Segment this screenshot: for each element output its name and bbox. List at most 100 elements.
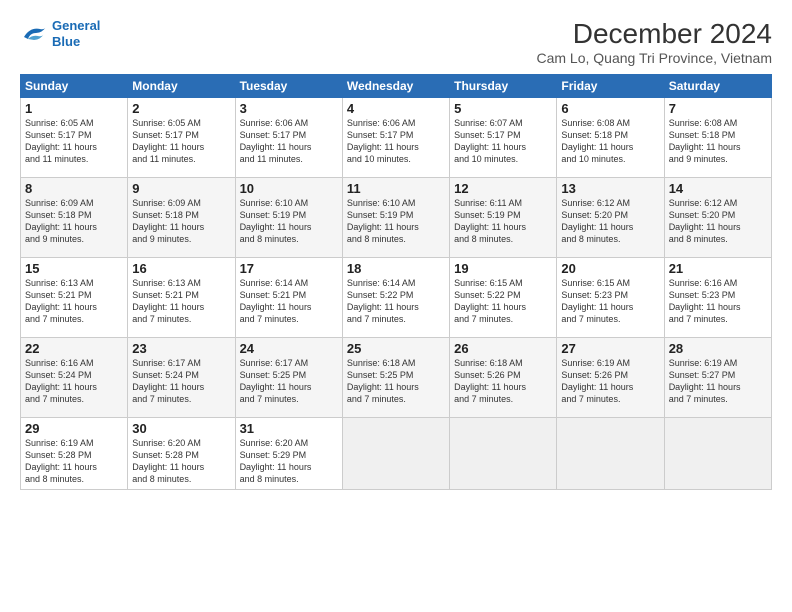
- day-info: Sunrise: 6:15 AM Sunset: 5:23 PM Dayligh…: [561, 277, 659, 326]
- col-sunday: Sunday: [21, 75, 128, 98]
- day-number: 14: [669, 181, 767, 196]
- day-number: 5: [454, 101, 552, 116]
- table-row: 24Sunrise: 6:17 AM Sunset: 5:25 PM Dayli…: [235, 338, 342, 418]
- title-block: December 2024 Cam Lo, Quang Tri Province…: [536, 18, 772, 66]
- table-row: 23Sunrise: 6:17 AM Sunset: 5:24 PM Dayli…: [128, 338, 235, 418]
- day-number: 6: [561, 101, 659, 116]
- logo-name2: Blue: [52, 34, 100, 50]
- table-row: 25Sunrise: 6:18 AM Sunset: 5:25 PM Dayli…: [342, 338, 449, 418]
- table-row: 29Sunrise: 6:19 AM Sunset: 5:28 PM Dayli…: [21, 418, 128, 490]
- table-row: 19Sunrise: 6:15 AM Sunset: 5:22 PM Dayli…: [450, 258, 557, 338]
- day-info: Sunrise: 6:18 AM Sunset: 5:26 PM Dayligh…: [454, 357, 552, 406]
- day-info: Sunrise: 6:17 AM Sunset: 5:25 PM Dayligh…: [240, 357, 338, 406]
- table-row: 5Sunrise: 6:07 AM Sunset: 5:17 PM Daylig…: [450, 98, 557, 178]
- day-number: 25: [347, 341, 445, 356]
- table-row: 28Sunrise: 6:19 AM Sunset: 5:27 PM Dayli…: [664, 338, 771, 418]
- table-row: 2Sunrise: 6:05 AM Sunset: 5:17 PM Daylig…: [128, 98, 235, 178]
- table-row: 27Sunrise: 6:19 AM Sunset: 5:26 PM Dayli…: [557, 338, 664, 418]
- day-info: Sunrise: 6:15 AM Sunset: 5:22 PM Dayligh…: [454, 277, 552, 326]
- day-info: Sunrise: 6:07 AM Sunset: 5:17 PM Dayligh…: [454, 117, 552, 166]
- calendar-header-row: Sunday Monday Tuesday Wednesday Thursday…: [21, 75, 772, 98]
- table-row: 3Sunrise: 6:06 AM Sunset: 5:17 PM Daylig…: [235, 98, 342, 178]
- day-number: 23: [132, 341, 230, 356]
- logo-name: General: [52, 18, 100, 34]
- day-number: 18: [347, 261, 445, 276]
- day-info: Sunrise: 6:18 AM Sunset: 5:25 PM Dayligh…: [347, 357, 445, 406]
- calendar-subtitle: Cam Lo, Quang Tri Province, Vietnam: [536, 50, 772, 66]
- col-wednesday: Wednesday: [342, 75, 449, 98]
- day-number: 13: [561, 181, 659, 196]
- table-row: 8Sunrise: 6:09 AM Sunset: 5:18 PM Daylig…: [21, 178, 128, 258]
- day-number: 31: [240, 421, 338, 436]
- logo-text-block: General Blue: [52, 18, 100, 49]
- table-row: 14Sunrise: 6:12 AM Sunset: 5:20 PM Dayli…: [664, 178, 771, 258]
- page-header: General Blue December 2024 Cam Lo, Quang…: [20, 18, 772, 66]
- day-number: 12: [454, 181, 552, 196]
- table-row: 7Sunrise: 6:08 AM Sunset: 5:18 PM Daylig…: [664, 98, 771, 178]
- day-number: 20: [561, 261, 659, 276]
- day-number: 11: [347, 181, 445, 196]
- day-info: Sunrise: 6:05 AM Sunset: 5:17 PM Dayligh…: [25, 117, 123, 166]
- day-info: Sunrise: 6:08 AM Sunset: 5:18 PM Dayligh…: [561, 117, 659, 166]
- table-row: 31Sunrise: 6:20 AM Sunset: 5:29 PM Dayli…: [235, 418, 342, 490]
- day-number: 27: [561, 341, 659, 356]
- day-number: 10: [240, 181, 338, 196]
- day-info: Sunrise: 6:12 AM Sunset: 5:20 PM Dayligh…: [561, 197, 659, 246]
- day-number: 3: [240, 101, 338, 116]
- table-row: 22Sunrise: 6:16 AM Sunset: 5:24 PM Dayli…: [21, 338, 128, 418]
- table-row: 10Sunrise: 6:10 AM Sunset: 5:19 PM Dayli…: [235, 178, 342, 258]
- day-info: Sunrise: 6:06 AM Sunset: 5:17 PM Dayligh…: [347, 117, 445, 166]
- table-row: 4Sunrise: 6:06 AM Sunset: 5:17 PM Daylig…: [342, 98, 449, 178]
- calendar-page: General Blue December 2024 Cam Lo, Quang…: [0, 0, 792, 612]
- col-friday: Friday: [557, 75, 664, 98]
- logo: General Blue: [20, 18, 100, 49]
- calendar-table: Sunday Monday Tuesday Wednesday Thursday…: [20, 74, 772, 490]
- day-info: Sunrise: 6:20 AM Sunset: 5:29 PM Dayligh…: [240, 437, 338, 486]
- day-info: Sunrise: 6:09 AM Sunset: 5:18 PM Dayligh…: [25, 197, 123, 246]
- day-info: Sunrise: 6:17 AM Sunset: 5:24 PM Dayligh…: [132, 357, 230, 406]
- day-info: Sunrise: 6:14 AM Sunset: 5:22 PM Dayligh…: [347, 277, 445, 326]
- col-saturday: Saturday: [664, 75, 771, 98]
- table-row: 12Sunrise: 6:11 AM Sunset: 5:19 PM Dayli…: [450, 178, 557, 258]
- table-row: [450, 418, 557, 490]
- table-row: [664, 418, 771, 490]
- day-number: 19: [454, 261, 552, 276]
- day-number: 29: [25, 421, 123, 436]
- day-info: Sunrise: 6:19 AM Sunset: 5:27 PM Dayligh…: [669, 357, 767, 406]
- table-row: 20Sunrise: 6:15 AM Sunset: 5:23 PM Dayli…: [557, 258, 664, 338]
- day-number: 21: [669, 261, 767, 276]
- day-number: 4: [347, 101, 445, 116]
- day-number: 28: [669, 341, 767, 356]
- day-info: Sunrise: 6:13 AM Sunset: 5:21 PM Dayligh…: [25, 277, 123, 326]
- day-info: Sunrise: 6:09 AM Sunset: 5:18 PM Dayligh…: [132, 197, 230, 246]
- day-info: Sunrise: 6:19 AM Sunset: 5:26 PM Dayligh…: [561, 357, 659, 406]
- table-row: 9Sunrise: 6:09 AM Sunset: 5:18 PM Daylig…: [128, 178, 235, 258]
- calendar-title: December 2024: [536, 18, 772, 50]
- table-row: [557, 418, 664, 490]
- col-tuesday: Tuesday: [235, 75, 342, 98]
- day-number: 22: [25, 341, 123, 356]
- day-number: 30: [132, 421, 230, 436]
- day-number: 2: [132, 101, 230, 116]
- table-row: 16Sunrise: 6:13 AM Sunset: 5:21 PM Dayli…: [128, 258, 235, 338]
- day-info: Sunrise: 6:14 AM Sunset: 5:21 PM Dayligh…: [240, 277, 338, 326]
- logo-icon: [20, 23, 48, 45]
- day-number: 16: [132, 261, 230, 276]
- table-row: 6Sunrise: 6:08 AM Sunset: 5:18 PM Daylig…: [557, 98, 664, 178]
- day-info: Sunrise: 6:20 AM Sunset: 5:28 PM Dayligh…: [132, 437, 230, 486]
- day-info: Sunrise: 6:19 AM Sunset: 5:28 PM Dayligh…: [25, 437, 123, 486]
- day-number: 24: [240, 341, 338, 356]
- day-number: 17: [240, 261, 338, 276]
- day-number: 15: [25, 261, 123, 276]
- day-info: Sunrise: 6:12 AM Sunset: 5:20 PM Dayligh…: [669, 197, 767, 246]
- day-info: Sunrise: 6:06 AM Sunset: 5:17 PM Dayligh…: [240, 117, 338, 166]
- day-number: 26: [454, 341, 552, 356]
- day-number: 8: [25, 181, 123, 196]
- table-row: 13Sunrise: 6:12 AM Sunset: 5:20 PM Dayli…: [557, 178, 664, 258]
- table-row: 1Sunrise: 6:05 AM Sunset: 5:17 PM Daylig…: [21, 98, 128, 178]
- col-monday: Monday: [128, 75, 235, 98]
- day-info: Sunrise: 6:16 AM Sunset: 5:24 PM Dayligh…: [25, 357, 123, 406]
- day-info: Sunrise: 6:13 AM Sunset: 5:21 PM Dayligh…: [132, 277, 230, 326]
- day-info: Sunrise: 6:11 AM Sunset: 5:19 PM Dayligh…: [454, 197, 552, 246]
- table-row: [342, 418, 449, 490]
